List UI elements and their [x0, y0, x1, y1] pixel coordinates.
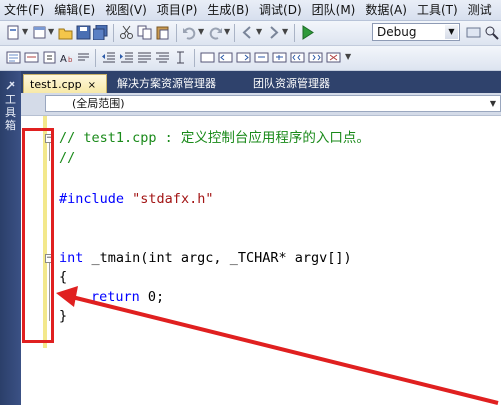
document-tab-strip: test1.cpp × 解决方案资源管理器 团队资源管理器: [21, 71, 501, 93]
pin-icon[interactable]: [5, 76, 16, 90]
copy-icon[interactable]: [137, 25, 152, 40]
chevron-down-icon[interactable]: ▼: [445, 25, 458, 39]
standard-toolbar: ▼ ▼ ▼ ▼ ▼ ▼ Debug ▼: [0, 21, 501, 46]
previous-bookmark-folder-icon[interactable]: [254, 50, 269, 65]
add-item-dropdown-icon[interactable]: ▼: [48, 27, 54, 36]
cut-icon[interactable]: [119, 25, 134, 40]
toolbar-separator: [234, 24, 235, 42]
code-text: 0;: [139, 289, 165, 305]
menu-build[interactable]: 生成(B): [203, 0, 255, 20]
member-list-icon[interactable]: [6, 50, 21, 65]
complete-word-icon[interactable]: Ab: [60, 50, 75, 65]
next-bookmark-icon[interactable]: [236, 50, 251, 65]
save-all-icon[interactable]: [93, 25, 108, 40]
menu-test[interactable]: 测试: [464, 0, 498, 20]
string-literal: "stdafx.h": [132, 191, 214, 207]
find-icon[interactable]: [484, 25, 499, 40]
undo-dropdown-icon[interactable]: ▼: [198, 27, 204, 36]
tab-team-explorer[interactable]: 团队资源管理器: [247, 74, 336, 93]
svg-text:A: A: [60, 54, 67, 65]
menu-bar: 文件(F) 编辑(E) 视图(V) 项目(P) 生成(B) 调试(D) 团队(M…: [0, 0, 501, 21]
uncomment-lines-icon[interactable]: [155, 50, 170, 65]
code-line: }: [59, 308, 68, 324]
code-line: int _tmain(int argc, _TCHAR* argv[]): [59, 249, 352, 267]
code-line: // test1.cpp : 定义控制台应用程序的入口点。: [59, 130, 370, 146]
menu-debug[interactable]: 调试(D): [255, 0, 308, 20]
keyword: #include: [59, 191, 125, 207]
open-file-icon[interactable]: [58, 25, 73, 40]
navigate-backward-icon[interactable]: [240, 25, 255, 40]
menu-project[interactable]: 项目(P): [153, 0, 204, 20]
save-icon[interactable]: [76, 25, 91, 40]
paste-icon[interactable]: [155, 25, 170, 40]
navigate-forward-dropdown-icon[interactable]: ▼: [282, 27, 288, 36]
toolbox-tab[interactable]: 工具箱: [3, 93, 18, 132]
toggle-bookmark-icon[interactable]: [200, 50, 215, 65]
parameter-info-icon[interactable]: [24, 50, 39, 65]
next-bookmark-folder-icon[interactable]: [272, 50, 287, 65]
navigate-forward-icon[interactable]: [266, 25, 281, 40]
code-editor[interactable]: − // test1.cpp : 定义控制台应用程序的入口点。 // #incl…: [21, 116, 501, 405]
tab-solution-explorer[interactable]: 解决方案资源管理器: [111, 74, 222, 93]
new-project-dropdown-icon[interactable]: ▼: [22, 27, 28, 36]
configuration-select[interactable]: Debug ▼: [372, 23, 460, 41]
toolbar-separator: [176, 24, 177, 42]
scope-value: (全局范围): [72, 97, 125, 110]
keyword: int: [59, 250, 84, 266]
tab-test1-cpp[interactable]: test1.cpp ×: [23, 74, 107, 93]
previous-bookmark-document-icon[interactable]: [290, 50, 305, 65]
menu-file[interactable]: 文件(F): [0, 0, 50, 20]
navigate-dropdown-icon[interactable]: ▼: [256, 27, 262, 36]
close-icon[interactable]: ×: [88, 80, 96, 91]
tab-label: 解决方案资源管理器: [117, 77, 216, 90]
navigation-bar: (全局范围) ▼: [21, 93, 501, 116]
code-line: return 0;: [91, 288, 164, 306]
menu-view[interactable]: 视图(V): [101, 0, 153, 20]
menu-team[interactable]: 团队(M): [308, 0, 362, 20]
add-item-icon[interactable]: [32, 25, 47, 40]
svg-text:b: b: [68, 56, 73, 64]
scope-select[interactable]: (全局范围) ▼: [45, 95, 501, 112]
display-word-completion-icon[interactable]: [76, 50, 91, 65]
menu-edit[interactable]: 编辑(E): [50, 0, 101, 20]
toolbar-separator: [194, 49, 195, 67]
code-line: {: [59, 269, 68, 285]
left-tool-strip: 工具箱: [0, 71, 21, 405]
annotation-highlight-box: [22, 128, 54, 343]
code-text: _tmain(int argc, _TCHAR* argv[]): [83, 250, 352, 266]
configuration-value: Debug: [377, 25, 417, 39]
menu-data[interactable]: 数据(A): [361, 0, 413, 20]
code-line: #include "stdafx.h": [59, 190, 213, 208]
text-editor-toolbar: Ab ▼: [0, 46, 501, 71]
redo-icon[interactable]: [208, 25, 223, 40]
code-line: //: [59, 150, 76, 166]
toolbar-separator: [294, 24, 295, 42]
previous-bookmark-icon[interactable]: [218, 50, 233, 65]
toolbar-separator: [113, 24, 114, 42]
quick-info-icon[interactable]: [42, 50, 57, 65]
chevron-down-icon[interactable]: ▼: [487, 97, 499, 110]
tab-label: test1.cpp: [30, 78, 82, 91]
keyword: return: [91, 289, 140, 305]
comment-toggle-icon[interactable]: [173, 50, 188, 65]
undo-icon[interactable]: [182, 25, 197, 40]
redo-dropdown-icon[interactable]: ▼: [224, 27, 230, 36]
next-bookmark-document-icon[interactable]: [308, 50, 323, 65]
tab-label: 团队资源管理器: [253, 77, 330, 90]
decrease-indent-icon[interactable]: [101, 50, 116, 65]
menu-tools[interactable]: 工具(T): [413, 0, 464, 20]
comment-lines-icon[interactable]: [137, 50, 152, 65]
increase-indent-icon[interactable]: [119, 50, 134, 65]
toolbar-separator: [95, 49, 96, 67]
platform-icon[interactable]: [466, 25, 481, 40]
start-debugging-icon[interactable]: [300, 25, 315, 40]
toolbar-options-icon[interactable]: ▼: [345, 52, 351, 61]
clear-bookmarks-icon[interactable]: [326, 50, 341, 65]
new-project-icon[interactable]: [6, 25, 21, 40]
